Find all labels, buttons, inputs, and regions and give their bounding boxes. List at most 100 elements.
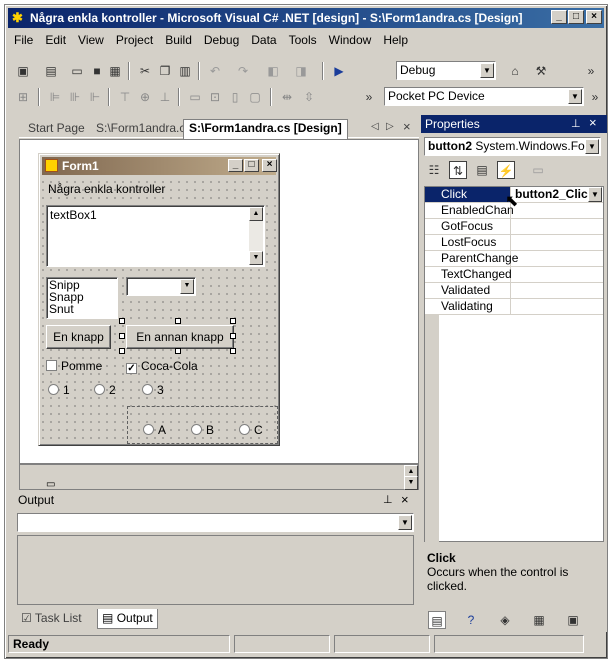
- size-to-grid-icon[interactable]: ⊡: [206, 88, 224, 106]
- menu-data[interactable]: Data: [245, 30, 282, 50]
- button2[interactable]: En annan knapp: [126, 325, 234, 349]
- make-same-height-icon[interactable]: ▯: [226, 88, 244, 106]
- chevron-down-icon[interactable]: ▼: [180, 279, 194, 294]
- form1[interactable]: Form1 _ □ × Några enkla kontroller textB…: [38, 153, 280, 446]
- tab-output[interactable]: ▤ Output: [97, 609, 158, 629]
- open-file-icon[interactable]: ▭: [68, 62, 86, 80]
- menu-debug[interactable]: Debug: [198, 30, 245, 50]
- maximize-button[interactable]: □: [568, 10, 584, 24]
- event-value[interactable]: [512, 299, 602, 314]
- chevron-down-icon[interactable]: ▼: [588, 187, 602, 202]
- copy-icon[interactable]: ❐: [156, 62, 174, 80]
- radio-2[interactable]: 2: [94, 383, 116, 397]
- output-text-area[interactable]: [17, 535, 414, 605]
- checkbox-pomme[interactable]: Pomme: [46, 359, 102, 373]
- event-handler-select[interactable]: button2_Click ▼: [512, 187, 602, 202]
- textbox1[interactable]: textBox1 ▲ ▼: [46, 205, 265, 267]
- form-close-button[interactable]: ×: [262, 159, 277, 172]
- event-row[interactable]: GotFocus: [425, 219, 603, 235]
- save-icon[interactable]: ■: [88, 62, 106, 80]
- start-icon[interactable]: ▶: [330, 62, 348, 80]
- radio-b[interactable]: B: [191, 423, 214, 437]
- listbox[interactable]: Snipp Snapp Snut: [46, 277, 118, 319]
- radio-panel[interactable]: A B C: [127, 406, 278, 444]
- alphabetical-icon[interactable]: ⇅: [449, 161, 467, 179]
- menu-view[interactable]: View: [72, 30, 110, 50]
- navigate-forward-icon[interactable]: ◨: [292, 62, 310, 80]
- radio-c[interactable]: C: [239, 423, 263, 437]
- form-label[interactable]: Några enkla kontroller: [48, 182, 165, 196]
- close-icon[interactable]: ×: [589, 114, 597, 132]
- event-row[interactable]: Validating: [425, 299, 603, 315]
- tab-task-list[interactable]: ☑ Task List: [17, 609, 86, 629]
- redo-icon[interactable]: ↷: [234, 62, 252, 80]
- radio-1[interactable]: 1: [48, 383, 70, 397]
- object-selector[interactable]: button2 System.Windows.Form ▼: [424, 137, 601, 156]
- cut-icon[interactable]: ✂: [136, 62, 154, 80]
- component-tray-icon[interactable]: ▭: [46, 479, 55, 490]
- class-view-icon[interactable]: ◈: [496, 611, 514, 629]
- event-row[interactable]: LostFocus: [425, 235, 603, 251]
- make-same-size-icon[interactable]: ▢: [246, 88, 264, 106]
- scroll-up-icon[interactable]: ▲: [249, 207, 263, 221]
- tab-scroll-right-icon[interactable]: ▷: [386, 121, 394, 132]
- form-minimize-button[interactable]: _: [228, 159, 243, 172]
- combobox[interactable]: ▼: [126, 277, 196, 296]
- resource-view-icon[interactable]: ▦: [530, 611, 548, 629]
- categorized-icon[interactable]: ☷: [425, 161, 443, 179]
- event-row[interactable]: ParentChange: [425, 251, 603, 267]
- form-title-bar[interactable]: Form1 _ □ ×: [42, 157, 277, 175]
- event-row[interactable]: TextChanged: [425, 267, 603, 283]
- event-row[interactable]: Validated: [425, 283, 603, 299]
- tab-source[interactable]: S:\Form1andra.cs: [91, 120, 196, 138]
- output-source-select[interactable]: ▼: [17, 513, 414, 532]
- horizontal-spacing-icon[interactable]: ⇹: [278, 88, 296, 106]
- scroll-down-icon[interactable]: ▼: [249, 251, 263, 265]
- pin-icon[interactable]: ⊥: [383, 493, 393, 506]
- menu-help[interactable]: Help: [377, 30, 414, 50]
- solution-explorer-icon[interactable]: ⌂: [506, 62, 524, 80]
- property-grid[interactable]: Click button2_Click ▼ EnabledChan GotFoc…: [424, 186, 604, 543]
- vertical-spacing-icon[interactable]: ⇳: [300, 88, 318, 106]
- paste-icon[interactable]: ▥: [176, 62, 194, 80]
- menu-edit[interactable]: Edit: [39, 30, 72, 50]
- properties-icon[interactable]: ▤: [473, 161, 491, 179]
- solution-config-select[interactable]: Debug ▼: [396, 61, 496, 80]
- events-icon[interactable]: ⚡: [497, 161, 515, 179]
- menu-project[interactable]: Project: [110, 30, 159, 50]
- align-middles-icon[interactable]: ⊕: [136, 88, 154, 106]
- list-item[interactable]: Snut: [49, 303, 115, 315]
- menu-build[interactable]: Build: [159, 30, 198, 50]
- new-project-icon[interactable]: ▣: [14, 62, 32, 80]
- toolbar-overflow-icon[interactable]: »: [586, 88, 604, 106]
- event-value[interactable]: [512, 203, 602, 218]
- button1[interactable]: En knapp: [46, 325, 111, 349]
- make-same-width-icon[interactable]: ▭: [186, 88, 204, 106]
- property-pages-icon[interactable]: ▭: [529, 161, 547, 179]
- undo-icon[interactable]: ↶: [206, 62, 224, 80]
- solution-explorer-tab-icon[interactable]: ▣: [564, 611, 582, 629]
- minimize-button[interactable]: _: [551, 10, 567, 24]
- event-value[interactable]: [512, 267, 602, 282]
- event-value[interactable]: [512, 235, 602, 250]
- tab-start-page[interactable]: Start Page: [23, 120, 90, 138]
- radio-3[interactable]: 3: [142, 383, 164, 397]
- textbox-scrollbar[interactable]: ▲ ▼: [249, 207, 263, 265]
- align-bottoms-icon[interactable]: ⊥: [156, 88, 174, 106]
- close-button[interactable]: ×: [586, 10, 602, 24]
- tab-designer[interactable]: S:\Form1andra.cs [Design]: [183, 119, 348, 139]
- add-item-icon[interactable]: ▤: [42, 62, 60, 80]
- close-icon[interactable]: ×: [401, 492, 409, 507]
- menu-tools[interactable]: Tools: [283, 30, 323, 50]
- menu-file[interactable]: File: [8, 30, 39, 50]
- menu-window[interactable]: Window: [323, 30, 378, 50]
- toolbar-overflow-icon[interactable]: »: [360, 88, 378, 106]
- component-tray[interactable]: ▭ ▲ ▼: [19, 464, 419, 490]
- align-lefts-icon[interactable]: ⊫: [46, 88, 64, 106]
- save-all-icon[interactable]: ▦: [106, 62, 124, 80]
- pin-icon[interactable]: ⊥: [571, 115, 581, 133]
- form-designer-surface[interactable]: Form1 _ □ × Några enkla kontroller textB…: [19, 139, 419, 464]
- tab-scroll-left-icon[interactable]: ◁: [371, 121, 379, 132]
- tools-icon[interactable]: ⚒: [532, 62, 550, 80]
- checkbox-coca-cola[interactable]: ✓ Coca-Cola: [126, 359, 198, 374]
